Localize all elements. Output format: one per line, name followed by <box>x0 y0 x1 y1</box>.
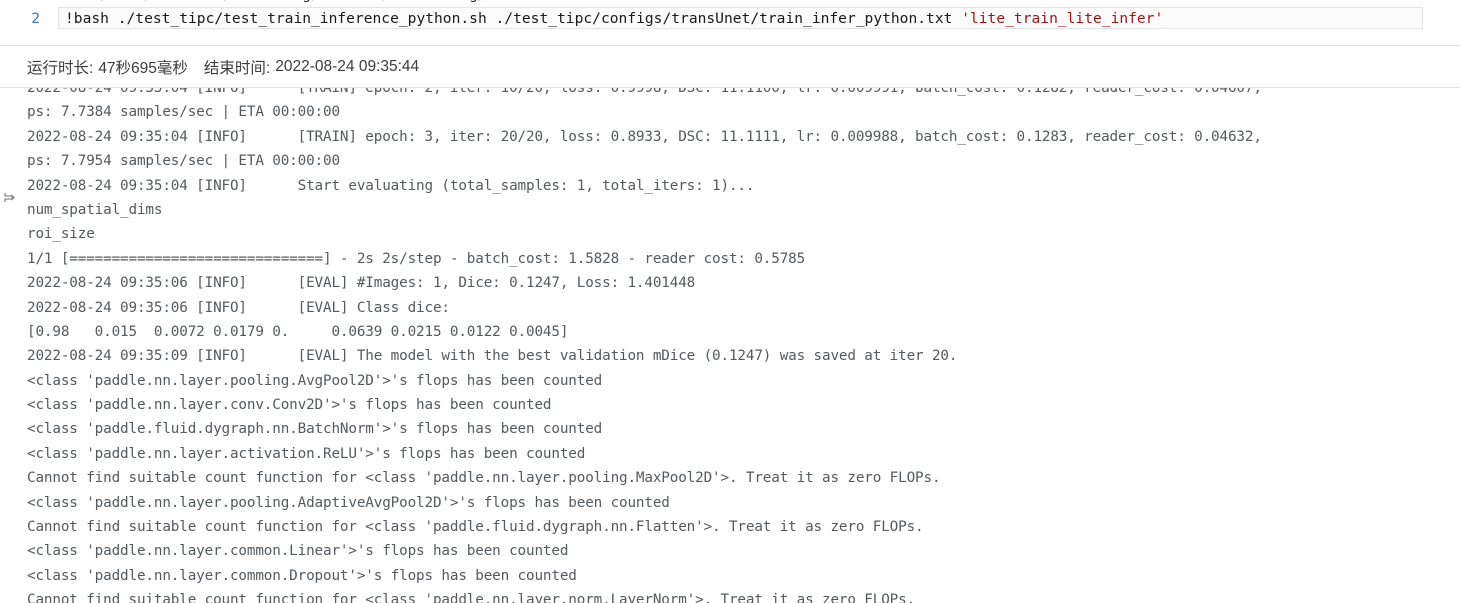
output-log-line: <class 'paddle.fluid.dygraph.nn.BatchNor… <box>27 421 603 438</box>
code-line-1-text[interactable]: %cd /home/aistudio/PaddleSeg/contrib/Med… <box>58 0 1423 5</box>
output-log-line: 2022-08-24 09:35:06 [INFO] [EVAL] #Image… <box>27 275 696 292</box>
output-log-line: roi_size <box>27 226 95 243</box>
output-log-line: 2022-08-24 09:35:04 [INFO] [TRAIN] epoch… <box>27 88 1262 96</box>
line-number-2: 2 <box>31 11 40 27</box>
output-log-line: 2022-08-24 09:35:04 [INFO] Start evaluat… <box>27 177 755 194</box>
output-log-line: <class 'paddle.nn.layer.activation.ReLU'… <box>27 445 586 462</box>
code-line-row-2: 2 !bash ./test_tipc/test_train_inference… <box>0 7 1460 31</box>
code-string-arg: 'lite_train_lite_infer' <box>961 10 1164 27</box>
output-log-line: num_spatial_dims <box>27 201 163 218</box>
output-log-line: [0.98 0.015 0.0072 0.0179 0. 0.0639 0.02… <box>27 323 569 340</box>
output-log-line: 2022-08-24 09:35:09 [INFO] [EVAL] The mo… <box>27 348 958 365</box>
output-log-line: ps: 7.7954 samples/sec | ETA 00:00:00 <box>27 153 340 170</box>
output-log-line: <class 'paddle.nn.layer.common.Linear'>'… <box>27 543 569 560</box>
run-endtime-value: 2022-08-24 09:35:44 <box>275 57 420 75</box>
output-log-line: ps: 7.7384 samples/sec | ETA 00:00:00 <box>27 104 340 121</box>
run-duration-value: 47秒695毫秒 <box>98 59 188 77</box>
code-command-text: !bash ./test_tipc/test_train_inference_p… <box>65 10 962 27</box>
code-cell: 1 %cd /home/aistudio/PaddleSeg/contrib/M… <box>0 0 1460 45</box>
run-status-bar: 运行时长: 47秒695毫秒 结束时间: 2022-08-24 09:35:44 <box>0 45 1460 88</box>
output-log-line: <class 'paddle.nn.layer.common.Dropout'>… <box>27 567 577 584</box>
output-log-line: <class 'paddle.nn.layer.conv.Conv2D'>'s … <box>27 397 552 414</box>
output-log-line: <class 'paddle.nn.layer.pooling.Adaptive… <box>27 494 670 511</box>
output-log-line: 2022-08-24 09:35:06 [INFO] [EVAL] Class … <box>27 299 450 316</box>
output-log: 2022-08-24 09:35:04 [INFO] [TRAIN] epoch… <box>0 88 1460 603</box>
line-number-1: 1 <box>0 0 58 7</box>
output-log-line: Cannot find suitable count function for … <box>27 592 916 603</box>
code-line-row-1: 1 %cd /home/aistudio/PaddleSeg/contrib/M… <box>0 0 1460 7</box>
output-log-line: Cannot find suitable count function for … <box>27 470 941 487</box>
output-log-line: <class 'paddle.nn.layer.pooling.AvgPool2… <box>27 372 603 389</box>
run-duration-label: 运行时长: <box>27 59 94 77</box>
code-input-line-2[interactable]: !bash ./test_tipc/test_train_inference_p… <box>58 7 1423 29</box>
output-log-line: 1/1 [==============================] - 2… <box>27 250 806 267</box>
cell-output-area: 2022-08-24 09:35:04 [INFO] [TRAIN] epoch… <box>0 88 1460 603</box>
output-log-line: Cannot find suitable count function for … <box>27 519 924 536</box>
run-endtime-label: 结束时间: <box>203 59 271 77</box>
output-log-line: 2022-08-24 09:35:04 [INFO] [TRAIN] epoch… <box>27 128 1262 145</box>
